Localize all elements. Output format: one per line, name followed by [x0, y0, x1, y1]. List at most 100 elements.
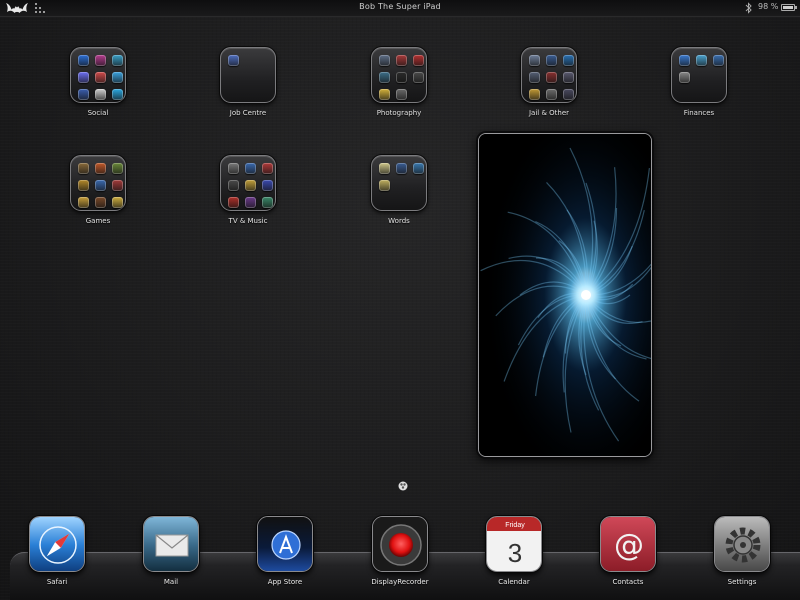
app-thumbnail-icon	[529, 55, 540, 66]
dock-app-contacts[interactable]: @ Contacts	[588, 516, 668, 600]
folder-label: Job Centre	[229, 109, 267, 117]
app-thumbnail-icon	[713, 55, 724, 66]
app-thumbnail-icon	[396, 163, 407, 174]
page-dot-icon[interactable]	[398, 481, 408, 491]
app-thumbnail-icon	[413, 55, 424, 66]
folder-label: Jail & Other	[528, 109, 570, 117]
app-thumbnail-icon	[379, 163, 390, 174]
app-thumbnail-icon	[546, 55, 557, 66]
folder-words[interactable]: Words	[350, 155, 450, 245]
dock-app-mail[interactable]: Mail	[131, 516, 211, 600]
folder-jail-and-other[interactable]: Jail & Other	[500, 47, 600, 137]
app-thumbnail-icon	[228, 197, 239, 208]
battery-percent: 98 %	[758, 2, 779, 11]
app-thumbnail-icon	[396, 72, 407, 83]
battery-fill	[783, 6, 793, 9]
app-thumbnail-icon	[529, 89, 540, 100]
app-thumbnail-icon	[245, 163, 256, 174]
starburst-wallpaper-image	[478, 133, 652, 457]
folder-social[interactable]: Social	[49, 47, 149, 137]
dock-app-settings[interactable]: Settings	[702, 516, 782, 600]
app-thumbnail-icon	[396, 55, 407, 66]
dock-app-safari[interactable]: Safari	[17, 516, 97, 600]
folder-job-centre[interactable]: Job Centre	[199, 47, 299, 137]
home-screen: Bob The Super iPad 98 % Social Job Centre…	[0, 0, 800, 600]
app-thumbnail-icon	[228, 180, 239, 191]
folder-icon[interactable]	[220, 47, 276, 103]
app-thumbnail-icon	[679, 55, 690, 66]
dock-app-label: Settings	[727, 578, 757, 586]
app-thumbnail-icon	[245, 197, 256, 208]
app-thumbnail-icon	[546, 72, 557, 83]
folder-photography[interactable]: Photography	[350, 47, 450, 137]
app-thumbnail-icon	[563, 72, 574, 83]
folder-finances[interactable]: Finances	[650, 47, 750, 137]
calendar-icon[interactable]: Friday 3	[486, 516, 542, 572]
status-bar: Bob The Super iPad 98 %	[0, 0, 800, 17]
app-thumbnail-icon	[112, 89, 123, 100]
app-thumbnail-icon	[379, 89, 390, 100]
app-thumbnail-icon	[563, 55, 574, 66]
settings-gear-icon[interactable]	[714, 516, 770, 572]
record-icon[interactable]	[372, 516, 428, 572]
app-thumbnail-icon	[112, 72, 123, 83]
folder-tv-and-music[interactable]: TV & Music	[199, 155, 299, 245]
app-thumbnail-icon	[78, 55, 89, 66]
folder-icon[interactable]	[371, 155, 427, 211]
app-thumbnail-icon	[563, 89, 574, 100]
app-thumbnail-icon	[112, 180, 123, 191]
folder-label: Words	[388, 217, 410, 225]
safari-compass-icon[interactable]	[29, 516, 85, 572]
folder-games[interactable]: Games	[49, 155, 149, 245]
app-thumbnail-icon	[413, 72, 424, 83]
bluetooth-icon	[745, 2, 752, 14]
dock-app-label: Safari	[46, 578, 68, 586]
folder-icon[interactable]	[220, 155, 276, 211]
svg-text:@: @	[614, 528, 644, 563]
mail-envelope-icon[interactable]	[143, 516, 199, 572]
app-thumbnail-icon	[262, 163, 273, 174]
app-thumbnail-icon	[679, 72, 690, 83]
app-thumbnail-icon	[228, 163, 239, 174]
app-thumbnail-icon	[112, 163, 123, 174]
device-name: Bob The Super iPad	[359, 2, 441, 11]
app-thumbnail-icon	[413, 163, 424, 174]
app-thumbnail-icon	[696, 55, 707, 66]
folder-icon[interactable]	[70, 155, 126, 211]
folder-label: Social	[87, 109, 109, 117]
folder-icon[interactable]	[371, 47, 427, 103]
app-thumbnail-icon	[112, 197, 123, 208]
dock-app-label: Contacts	[612, 578, 644, 586]
folder-icon[interactable]	[521, 47, 577, 103]
contacts-at-icon[interactable]: @	[600, 516, 656, 572]
app-thumbnail-icon	[228, 55, 239, 66]
dock-app-app-store[interactable]: App Store	[245, 516, 325, 600]
folder-label: Photography	[376, 109, 422, 117]
app-thumbnail-icon	[112, 55, 123, 66]
app-thumbnail-icon	[262, 180, 273, 191]
folder-label: Games	[85, 217, 111, 225]
svg-text:3: 3	[508, 538, 522, 568]
app-thumbnail-icon	[78, 197, 89, 208]
dock-app-label: Calendar	[498, 578, 530, 586]
dock-app-label: App Store	[267, 578, 303, 586]
dock-app-calendar[interactable]: Friday 3 Calendar	[474, 516, 554, 600]
app-thumbnail-icon	[95, 55, 106, 66]
app-thumbnail-icon	[78, 72, 89, 83]
app-thumbnail-icon	[95, 163, 106, 174]
dock-app-label: DisplayRecorder	[371, 578, 429, 586]
app-thumbnail-icon	[245, 180, 256, 191]
app-thumbnail-icon	[95, 72, 106, 83]
folder-icon[interactable]	[70, 47, 126, 103]
dock-app-display-recorder[interactable]: DisplayRecorder	[360, 516, 440, 600]
app-thumbnail-icon	[546, 89, 557, 100]
app-thumbnail-icon	[78, 89, 89, 100]
app-thumbnail-icon	[95, 89, 106, 100]
app-thumbnail-icon	[95, 197, 106, 208]
app-thumbnail-icon	[95, 180, 106, 191]
app-store-icon[interactable]	[257, 516, 313, 572]
app-thumbnail-icon	[78, 180, 89, 191]
svg-text:Friday: Friday	[505, 522, 525, 529]
folder-icon[interactable]	[671, 47, 727, 103]
app-thumbnail-icon	[396, 89, 407, 100]
